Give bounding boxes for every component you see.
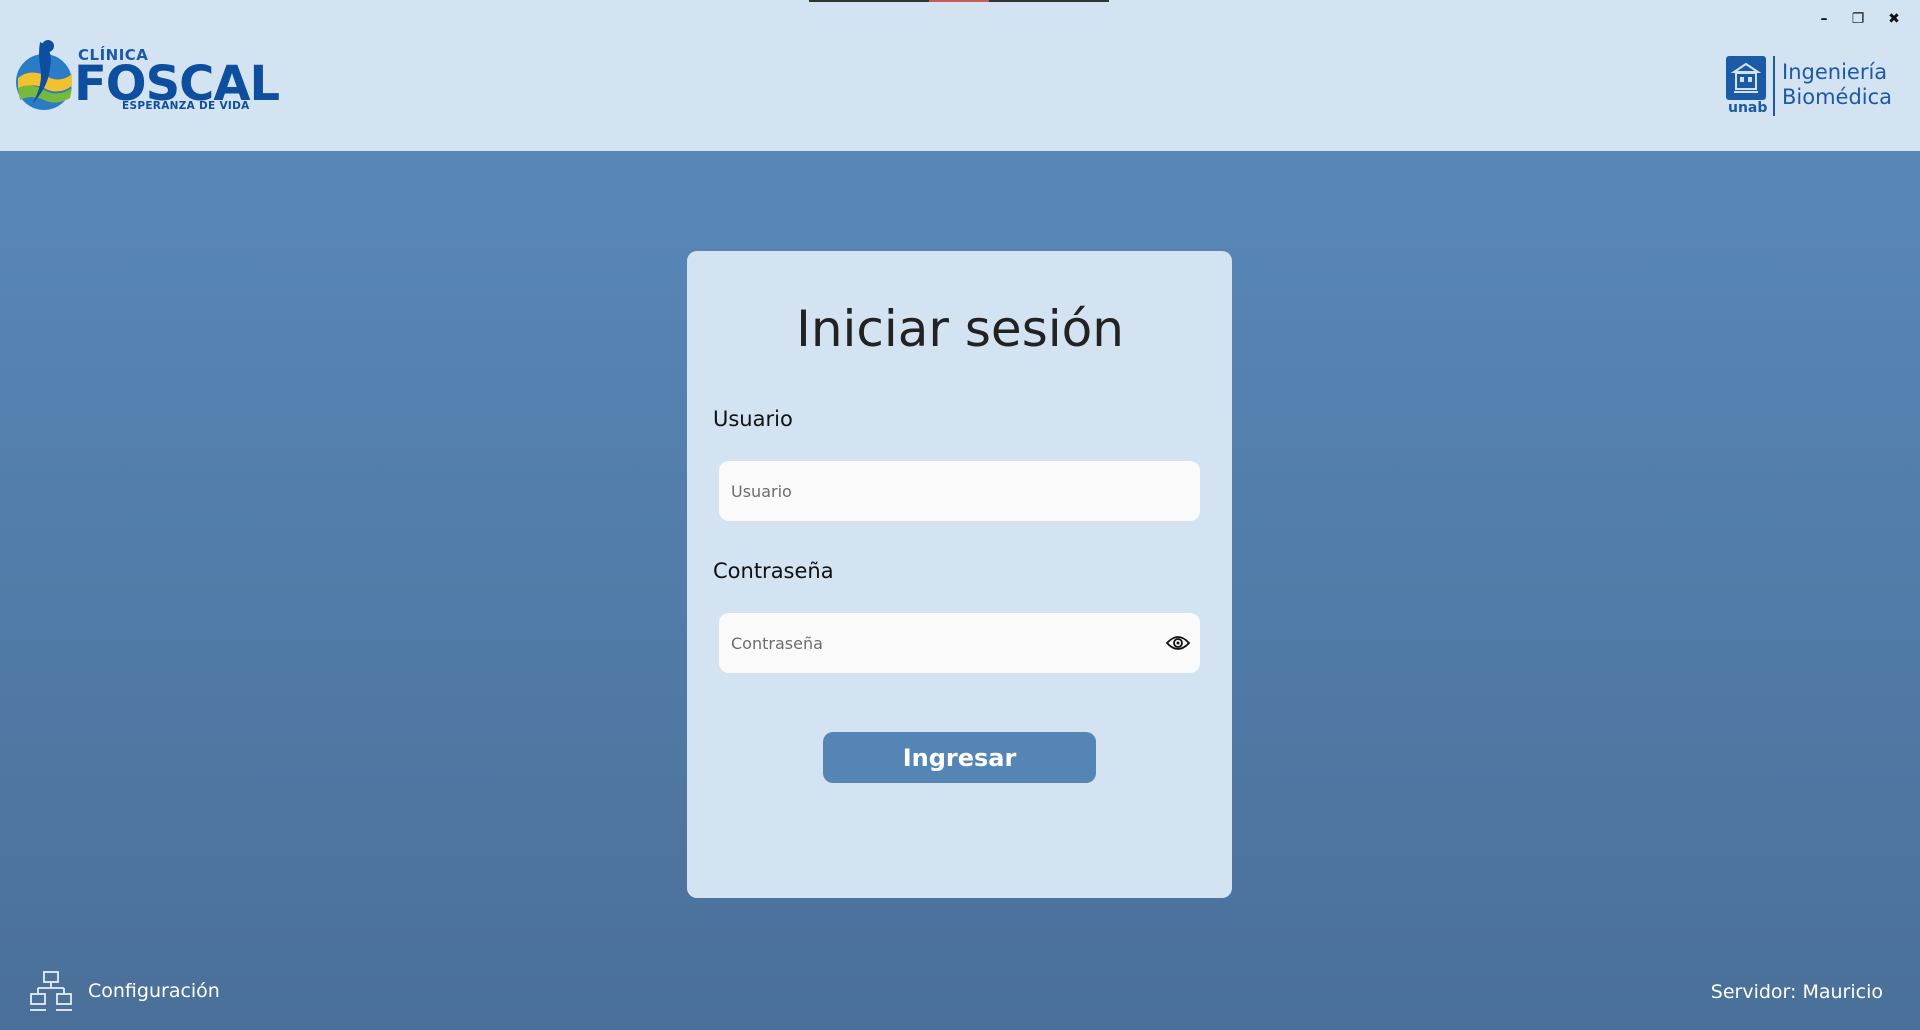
eye-icon — [1166, 636, 1190, 650]
foscal-logo: CLÍNICA FOSCAL ESPERANZA DE VIDA — [10, 38, 280, 116]
title-drag-bar[interactable] — [809, 0, 1109, 2]
username-label: Usuario — [713, 407, 793, 431]
login-title: Iniciar sesión — [796, 300, 1124, 358]
config-button[interactable]: Configuración — [30, 970, 220, 1012]
password-field[interactable] — [719, 613, 1200, 673]
close-button[interactable]: ✖ — [1882, 8, 1906, 30]
foscal-figure-icon — [16, 40, 72, 110]
foscal-tagline: ESPERANZA DE VIDA — [122, 100, 250, 112]
program-line2: Biomédica — [1782, 85, 1893, 109]
program-name: Ingeniería Biomédica — [1782, 60, 1892, 110]
unab-brand: unab — [1728, 100, 1768, 116]
logo-divider — [1773, 56, 1775, 116]
login-button[interactable]: Ingresar — [823, 732, 1096, 783]
username-field[interactable] — [719, 461, 1200, 521]
show-password-button[interactable] — [1164, 630, 1192, 656]
minimize-button[interactable]: – — [1812, 8, 1836, 30]
app-header: CLÍNICA FOSCAL ESPERANZA DE VIDA unab In… — [0, 0, 1920, 151]
config-label: Configuración — [88, 980, 220, 1002]
program-line1: Ingeniería — [1782, 60, 1888, 84]
password-label: Contraseña — [713, 559, 834, 583]
password-input[interactable] — [731, 613, 1151, 673]
unab-building-icon — [1726, 56, 1766, 100]
network-icon — [30, 971, 72, 1011]
server-status: Servidor: Mauricio — [1710, 981, 1883, 1003]
unab-logo: unab Ingeniería Biomédica — [1726, 52, 1906, 122]
username-input[interactable] — [731, 461, 1151, 521]
restore-button[interactable]: ❐ — [1846, 8, 1870, 30]
